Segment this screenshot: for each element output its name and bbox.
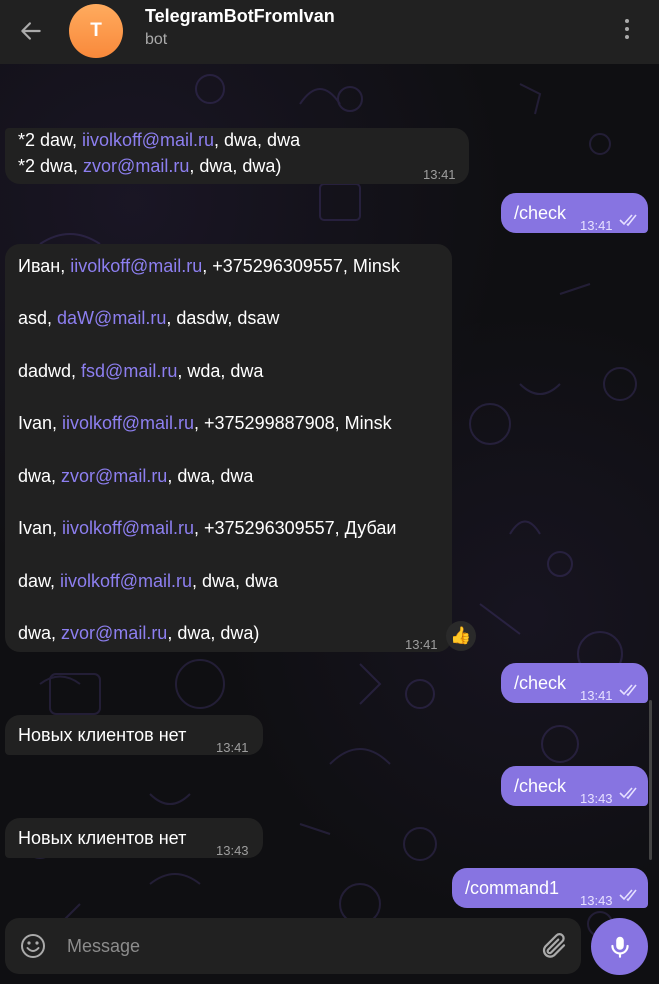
chat-subtitle: bot xyxy=(145,31,168,48)
double-check-icon xyxy=(619,889,637,902)
email-link[interactable]: iivolkoff@mail.ru xyxy=(62,518,194,538)
reaction-thumbs-up[interactable]: 👍 xyxy=(446,621,476,651)
email-link[interactable]: fsd@mail.ru xyxy=(81,361,177,381)
email-link[interactable]: zvor@mail.ru xyxy=(61,623,167,643)
message-time: 13:43 xyxy=(580,791,613,806)
microphone-button[interactable] xyxy=(591,918,648,975)
more-vertical-icon xyxy=(625,19,629,23)
message-text: dwa, zvor@mail.ru, dwa, dwa xyxy=(18,466,254,486)
message-text: Ivan, iivolkoff@mail.ru, +375296309557, … xyxy=(18,518,397,538)
scrollbar[interactable] xyxy=(649,700,652,860)
message-text: /check xyxy=(514,776,567,796)
message-time: 13:43 xyxy=(216,843,249,858)
more-menu-button[interactable] xyxy=(617,14,637,44)
message-outgoing[interactable]: /check 13:43 xyxy=(501,766,648,806)
message-text: asd, daW@mail.ru, dasdw, dsaw xyxy=(18,308,280,328)
message-list[interactable]: *2 daw, iivolkoff@mail.ru, dwa, dwa *2 d… xyxy=(0,64,659,984)
message-time: 13:41 xyxy=(216,740,249,755)
message-text: *2 dwa, zvor@mail.ru, dwa, dwa) xyxy=(18,156,282,176)
message-text: daw, iivolkoff@mail.ru, dwa, dwa xyxy=(18,571,279,591)
email-link[interactable]: zvor@mail.ru xyxy=(83,156,189,176)
email-link[interactable]: iivolkoff@mail.ru xyxy=(62,413,194,433)
message-incoming[interactable]: Новых клиентов нет 13:41 xyxy=(5,715,263,755)
message-text: dwa, zvor@mail.ru, dwa, dwa) xyxy=(18,623,260,643)
message-text: dadwd, fsd@mail.ru, wda, dwa xyxy=(18,361,264,381)
message-text: Иван, iivolkoff@mail.ru, +375296309557, … xyxy=(18,256,400,276)
message-time: 13:41 xyxy=(423,167,456,182)
paperclip-icon xyxy=(542,933,566,958)
message-text: *2 daw, iivolkoff@mail.ru, dwa, dwa xyxy=(18,130,301,150)
arrow-left-icon xyxy=(21,22,41,40)
double-check-icon xyxy=(619,214,637,227)
message-time: 13:41 xyxy=(580,218,613,233)
message-text: /check xyxy=(514,673,567,693)
microphone-icon xyxy=(610,936,629,958)
message-incoming[interactable]: *2 daw, iivolkoff@mail.ru, dwa, dwa *2 d… xyxy=(5,128,469,184)
message-text: Новых клиентов нет xyxy=(18,828,187,848)
message-incoming[interactable]: Новых клиентов нет 13:43 xyxy=(5,818,263,858)
message-text: /check xyxy=(514,203,567,223)
attach-button[interactable] xyxy=(539,931,569,961)
email-link[interactable]: daW@mail.ru xyxy=(57,308,166,328)
message-text: Новых клиентов нет xyxy=(18,725,187,745)
avatar[interactable]: T xyxy=(69,4,123,58)
smiley-icon xyxy=(21,934,45,958)
message-input[interactable] xyxy=(67,928,507,964)
chat-title[interactable]: TelegramBotFromIvan xyxy=(145,6,335,27)
message-outgoing[interactable]: /check 13:41 xyxy=(501,663,648,703)
email-link[interactable]: iivolkoff@mail.ru xyxy=(70,256,202,276)
chat-header: T TelegramBotFromIvan bot xyxy=(0,0,659,64)
message-time: 13:43 xyxy=(580,893,613,908)
message-time: 13:41 xyxy=(580,688,613,703)
email-link[interactable]: iivolkoff@mail.ru xyxy=(82,130,214,150)
message-text: /command1 xyxy=(465,878,560,898)
email-link[interactable]: iivolkoff@mail.ru xyxy=(60,571,192,591)
message-outgoing[interactable]: /check 13:41 xyxy=(501,193,648,233)
message-time: 13:41 xyxy=(405,637,438,652)
message-incoming[interactable]: Иван, iivolkoff@mail.ru, +375296309557, … xyxy=(5,244,452,652)
message-text: Ivan, iivolkoff@mail.ru, +375299887908, … xyxy=(18,413,392,433)
email-link[interactable]: zvor@mail.ru xyxy=(61,466,167,486)
double-check-icon xyxy=(619,787,637,800)
back-button[interactable] xyxy=(14,14,48,48)
message-composer xyxy=(5,918,581,974)
message-outgoing[interactable]: /command1 13:43 xyxy=(452,868,648,908)
double-check-icon xyxy=(619,684,637,697)
emoji-button[interactable] xyxy=(19,932,47,960)
